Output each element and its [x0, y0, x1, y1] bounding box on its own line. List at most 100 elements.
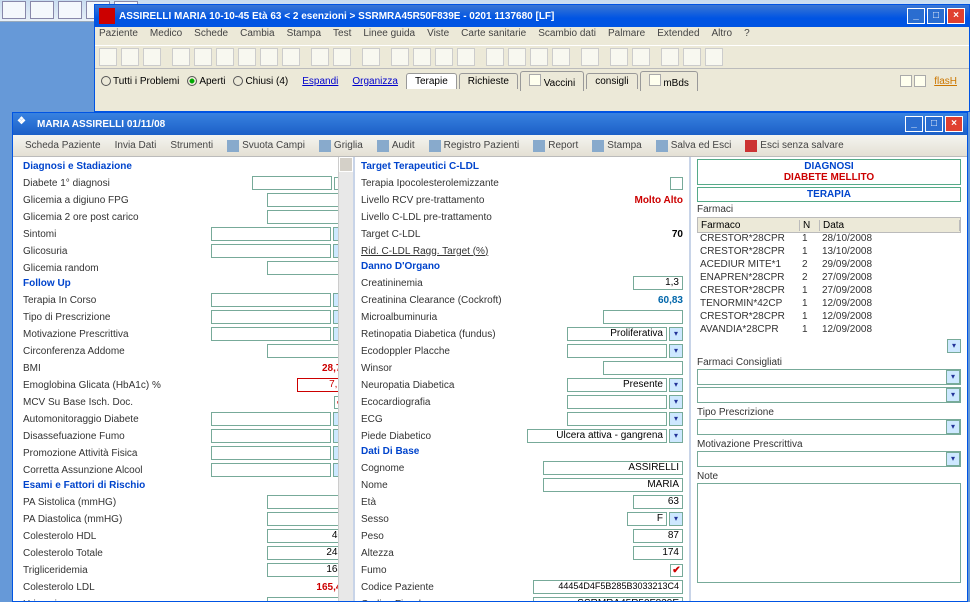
tool-btn[interactable] — [362, 48, 380, 66]
table-row[interactable]: CRESTOR*28CPR128/10/2008 — [697, 233, 961, 246]
input-altezza[interactable]: 174 — [633, 546, 683, 560]
tool-btn[interactable] — [508, 48, 526, 66]
tab-mbds[interactable]: mBds — [640, 71, 698, 91]
tab-consigli[interactable]: consigli — [586, 73, 637, 89]
input[interactable] — [211, 463, 331, 477]
input[interactable]: ▾ — [697, 387, 961, 403]
btn-esci[interactable]: Esci senza salvare — [741, 139, 847, 153]
menu-carte[interactable]: Carte sanitarie — [461, 28, 526, 44]
input[interactable] — [267, 512, 347, 526]
checkbox-fumo[interactable]: ✔ — [670, 564, 683, 577]
input-codfisc[interactable]: SSRMRA45R50F839E — [533, 597, 683, 601]
input-hdl[interactable]: 46 — [267, 529, 347, 543]
select-retino[interactable]: Proliferativa — [567, 327, 667, 341]
input[interactable] — [567, 344, 667, 358]
input-nome[interactable]: MARIA — [543, 478, 683, 492]
input[interactable] — [211, 412, 331, 426]
table-row[interactable]: CRESTOR*28CPR113/10/2008 — [697, 246, 961, 259]
input[interactable] — [603, 361, 683, 375]
input[interactable] — [267, 495, 347, 509]
tool-btn[interactable] — [632, 48, 650, 66]
table-row[interactable]: TENORMIN*42CP112/09/2008 — [697, 298, 961, 311]
maximize-button[interactable]: □ — [925, 116, 943, 132]
textarea-note[interactable] — [697, 483, 961, 583]
menu-schede[interactable]: Schede — [194, 28, 228, 44]
menu-viste[interactable]: Viste — [427, 28, 449, 44]
input[interactable] — [567, 395, 667, 409]
tool-btn[interactable] — [610, 48, 628, 66]
tool-btn[interactable] — [581, 48, 599, 66]
minimize-button[interactable]: _ — [905, 116, 923, 132]
menu-medico[interactable]: Medico — [150, 28, 182, 44]
input[interactable] — [267, 210, 347, 224]
dropdown-icon[interactable]: ▾ — [669, 378, 683, 392]
input[interactable] — [211, 244, 331, 258]
tool-btn[interactable] — [194, 48, 212, 66]
tool-btn[interactable] — [683, 48, 701, 66]
link-espandi[interactable]: Espandi — [302, 76, 338, 87]
input[interactable] — [603, 310, 683, 324]
table-row[interactable]: CRESTOR*28CPR112/09/2008 — [697, 311, 961, 324]
input-motiv-presc[interactable]: ▾ — [697, 451, 961, 467]
tool-btn[interactable] — [99, 48, 117, 66]
link-rid-cldl[interactable]: Rid. C-LDL Ragg. Target (%) — [361, 246, 526, 257]
dropdown-icon[interactable]: ▾ — [946, 452, 960, 466]
tool-btn[interactable] — [457, 48, 475, 66]
input-farmaci-cons[interactable]: ▾ — [697, 369, 961, 385]
tool-btn[interactable] — [216, 48, 234, 66]
tool-btn[interactable] — [413, 48, 431, 66]
input[interactable] — [211, 293, 331, 307]
menubar[interactable]: Paziente Medico Schede Cambia Stampa Tes… — [95, 27, 969, 45]
radio-aperti[interactable]: Aperti — [187, 76, 225, 87]
input-creat[interactable]: 1,3 — [633, 276, 683, 290]
input[interactable] — [211, 227, 331, 241]
select-neuro[interactable]: Presente — [567, 378, 667, 392]
btn-invia[interactable]: Invia Dati — [111, 139, 161, 152]
checkbox[interactable] — [670, 177, 683, 190]
tool-btn[interactable] — [486, 48, 504, 66]
menu-stampa[interactable]: Stampa — [287, 28, 321, 44]
input-eta[interactable]: 63 — [633, 495, 683, 509]
tool-btn[interactable] — [391, 48, 409, 66]
btn-svuota[interactable]: Svuota Campi — [223, 139, 309, 153]
input[interactable] — [211, 310, 331, 324]
input[interactable] — [211, 446, 331, 460]
table-row[interactable]: CRESTOR*28CPR127/09/2008 — [697, 285, 961, 298]
btn-salva[interactable]: Salva ed Esci — [652, 139, 736, 153]
dropdown-icon[interactable]: ▾ — [947, 339, 961, 353]
btn-audit[interactable]: Audit — [373, 139, 419, 153]
table-row[interactable]: AVANDIA*28CPR112/09/2008 — [697, 324, 961, 337]
menu-palmare[interactable]: Palmare — [608, 28, 645, 44]
dropdown-icon[interactable]: ▾ — [669, 344, 683, 358]
menu-paziente[interactable]: Paziente — [99, 28, 138, 44]
dropdown-icon[interactable]: ▾ — [669, 395, 683, 409]
btn-strumenti[interactable]: Strumenti — [166, 139, 217, 152]
btn-stampa[interactable]: Stampa — [588, 139, 645, 153]
input[interactable] — [567, 412, 667, 426]
input[interactable] — [267, 597, 347, 601]
menu-scambio[interactable]: Scambio dati — [538, 28, 596, 44]
minimize-button[interactable]: _ — [907, 8, 925, 24]
btn-griglia[interactable]: Griglia — [315, 139, 367, 153]
input-cognome[interactable]: ASSIRELLI — [543, 461, 683, 475]
btn-report[interactable]: Report — [529, 139, 582, 153]
input[interactable] — [267, 261, 347, 275]
dropdown-icon[interactable]: ▾ — [946, 420, 960, 434]
tool-btn[interactable] — [661, 48, 679, 66]
select-piede[interactable]: Ulcera attiva - gangrena — [527, 429, 667, 443]
input[interactable] — [252, 176, 332, 190]
maximize-button[interactable]: □ — [927, 8, 945, 24]
btn-scheda[interactable]: Scheda Paziente — [21, 139, 105, 152]
input-trig[interactable]: 168 — [267, 563, 347, 577]
tab-terapie[interactable]: Terapie — [406, 73, 457, 89]
scrollbar[interactable] — [338, 157, 353, 601]
dropdown-icon[interactable]: ▾ — [946, 370, 960, 384]
tool-btn[interactable] — [260, 48, 278, 66]
menu-altro[interactable]: Altro — [712, 28, 733, 44]
tab-richieste[interactable]: Richieste — [459, 73, 518, 89]
tool-btn[interactable] — [238, 48, 256, 66]
link-organizza[interactable]: Organizza — [352, 76, 398, 87]
tool-btn[interactable] — [552, 48, 570, 66]
input[interactable] — [211, 429, 331, 443]
close-button[interactable]: × — [945, 116, 963, 132]
